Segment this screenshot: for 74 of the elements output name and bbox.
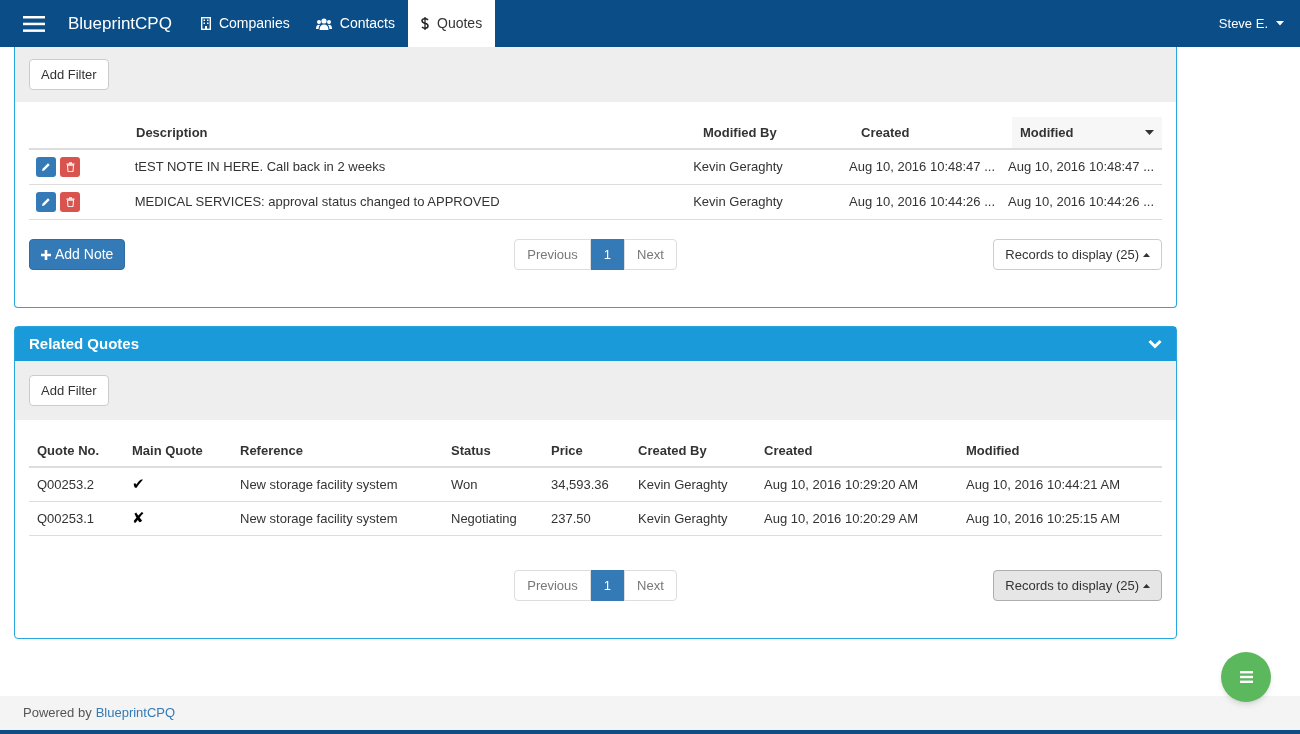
add-note-button[interactable]: Add Note	[29, 239, 126, 270]
delete-button[interactable]	[60, 192, 80, 212]
column-header[interactable]: Price	[543, 435, 630, 466]
dollar-icon	[421, 17, 429, 30]
nav-tab[interactable]: Contacts	[302, 0, 408, 47]
building-icon	[200, 17, 211, 30]
table-cell-text: Aug 10, 2016 10:29:20 AM	[763, 475, 919, 494]
caret-up-icon	[1143, 583, 1150, 588]
column-header[interactable]: Created By	[630, 435, 756, 466]
table-cell-text: Aug 10, 2016 10:44:26 ...	[848, 193, 996, 212]
table-cell-text: 34,593.36	[550, 475, 610, 494]
table-cell-text: Aug 10, 2016 10:48:47 ...	[1007, 158, 1155, 177]
add-filter-button[interactable]: Add Filter	[29, 375, 109, 406]
table-cell-text: Aug 10, 2016 10:25:15 AM	[965, 509, 1121, 528]
user-menu[interactable]: Steve E.	[1218, 0, 1300, 47]
pencil-icon	[41, 197, 51, 207]
column-header[interactable]: Modified By	[695, 117, 853, 148]
column-header[interactable]: Description	[128, 117, 695, 148]
pencil-icon	[41, 162, 51, 172]
caret-icon	[1276, 21, 1284, 26]
menu-icon	[1239, 671, 1253, 683]
table-cell-text: ✘	[131, 508, 146, 529]
table-cell-text: tEST NOTE IN HERE. Call back in 2 weeks	[133, 158, 387, 177]
table-cell-text: 237.50	[550, 509, 592, 528]
table-cell-text: Kevin Geraghty	[692, 193, 784, 212]
table-cell-text: Aug 10, 2016 10:44:26 ...	[1007, 193, 1155, 212]
nav-tab[interactable]: Quotes	[408, 0, 496, 47]
column-header[interactable]: Reference	[232, 435, 443, 466]
column-header[interactable]: Created	[853, 117, 1012, 148]
edit-button[interactable]	[36, 157, 56, 177]
records-dropdown[interactable]: Records to display (25)	[993, 239, 1162, 270]
table-cell-text: Kevin Geraghty	[637, 475, 729, 494]
add-filter-button[interactable]: Add Filter	[29, 59, 109, 90]
page-button[interactable]: 1	[590, 239, 625, 270]
page-button[interactable]: 1	[590, 570, 625, 601]
column-header[interactable]: Modified	[958, 435, 1162, 466]
users-icon	[315, 17, 332, 30]
table-cell-text: New storage facility system	[239, 509, 399, 528]
nav-tab[interactable]: Companies	[187, 0, 303, 47]
trash-icon	[65, 197, 75, 207]
edit-button[interactable]	[36, 192, 56, 212]
table-cell-text: New storage facility system	[239, 475, 399, 494]
previous-page-button[interactable]: Previous	[514, 239, 591, 270]
table-cell-text: Kevin Geraghty	[692, 158, 784, 177]
table-cell-text: Aug 10, 2016 10:44:21 AM	[965, 475, 1121, 494]
next-page-button[interactable]: Next	[624, 570, 677, 601]
table-cell-text: Q00253.1	[36, 509, 96, 528]
column-header[interactable]: Main Quote	[124, 435, 232, 466]
table-cell-text: Negotiating	[450, 509, 518, 528]
table-cell-text: Aug 10, 2016 10:48:47 ...	[848, 158, 996, 177]
sort-caret-icon	[1145, 130, 1154, 135]
footer-link[interactable]: BlueprintCPQ	[95, 703, 176, 723]
caret-up-icon	[1143, 252, 1150, 257]
table-cell-text: Kevin Geraghty	[637, 509, 729, 528]
records-dropdown[interactable]: Records to display (25)	[993, 570, 1162, 601]
brand-name[interactable]: BlueprintCPQ	[68, 10, 172, 37]
trash-icon	[65, 162, 75, 172]
floating-menu-button[interactable]	[1221, 652, 1271, 702]
panel-title: Related Quotes	[29, 333, 140, 354]
column-header[interactable]: Quote No.	[29, 435, 124, 466]
previous-page-button[interactable]: Previous	[514, 570, 591, 601]
column-header[interactable]: Created	[756, 435, 958, 466]
column-header[interactable]: Status	[443, 435, 543, 466]
footer-text: Powered by	[23, 704, 92, 723]
table-cell-text: ✔	[131, 474, 146, 495]
table-cell-text: Q00253.2	[36, 475, 96, 494]
table-cell-text: Aug 10, 2016 10:20:29 AM	[763, 509, 919, 528]
column-header[interactable]: Modified	[1012, 117, 1162, 148]
delete-button[interactable]	[60, 157, 80, 177]
next-page-button[interactable]: Next	[624, 239, 677, 270]
chevron-down-icon[interactable]	[1148, 339, 1162, 349]
plus-icon	[41, 249, 51, 260]
table-cell-text: MEDICAL SERVICES: approval status changed to APPROVED	[133, 193, 501, 212]
table-cell-text: Won	[450, 475, 479, 494]
